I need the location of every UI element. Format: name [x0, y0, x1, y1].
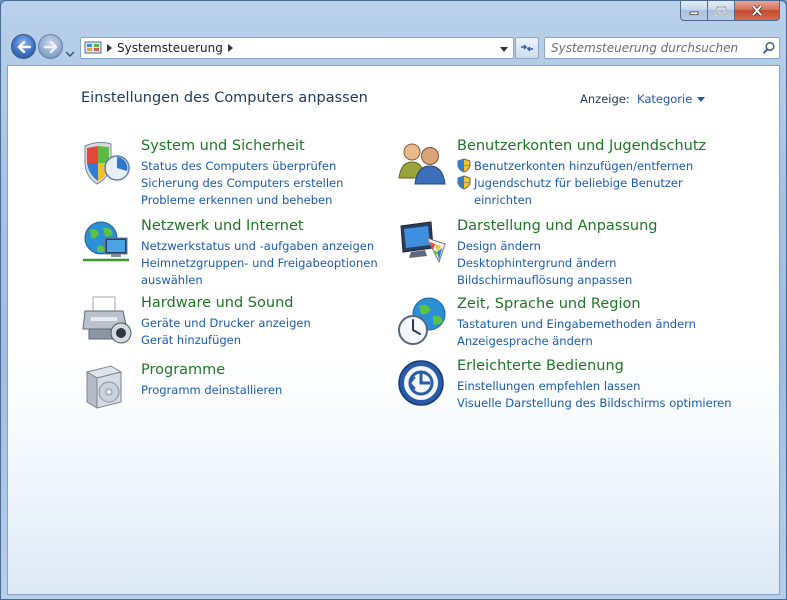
view-by-value: Kategorie: [637, 92, 693, 106]
programs-box-icon: [85, 365, 123, 409]
category-title[interactable]: Benutzerkonten und Jugendschutz: [457, 138, 706, 154]
clock-globe-icon: [398, 297, 446, 345]
chevron-down-icon: [65, 51, 75, 57]
link-benutzerkonten[interactable]: Benutzerkonten hinzufügen/entfernen: [457, 158, 693, 175]
dropdown-arrow-icon: [697, 96, 706, 102]
search-icon[interactable]: [762, 41, 776, 55]
category-title[interactable]: Darstellung und Anpassung: [457, 218, 658, 234]
control-panel-icon: [84, 41, 102, 54]
breadcrumb-systemsteuerung[interactable]: Systemsteuerung: [117, 41, 223, 55]
link-heimnetzgruppen[interactable]: Heimnetzgruppen- und Freigabeoptionen au…: [141, 255, 378, 289]
link-bildschirmaufloesung[interactable]: Bildschirmauflösung anpassen: [457, 272, 632, 289]
link-sicherung-erstellen[interactable]: Sicherung des Computers erstellen: [141, 175, 343, 192]
refresh-icon: [521, 44, 533, 52]
category-title[interactable]: System und Sicherheit: [141, 138, 305, 154]
back-arrow-icon: [16, 40, 31, 53]
category-title[interactable]: Zeit, Sprache und Region: [457, 296, 641, 312]
link-programm-deinstallieren[interactable]: Programm deinstallieren: [141, 382, 282, 399]
link-probleme-beheben[interactable]: Probleme erkennen und beheben: [141, 192, 343, 209]
view-by-label: Anzeige:: [580, 92, 630, 106]
category-links: Status des Computers überprüfen Sicherun…: [141, 158, 343, 208]
link-geraete-drucker[interactable]: Geräte und Drucker anzeigen: [141, 315, 311, 332]
category-links: Design ändern Desktophintergrund ändern …: [457, 238, 632, 288]
category-title[interactable]: Erleichterte Bedienung: [457, 358, 624, 374]
category-title[interactable]: Programme: [141, 362, 225, 378]
search-placeholder: Systemsteuerung durchsuchen: [551, 41, 739, 55]
view-by-dropdown[interactable]: Kategorie: [637, 92, 706, 106]
network-globe-icon: [83, 221, 129, 262]
caption-buttons: [680, 1, 780, 21]
close-icon: [751, 5, 763, 16]
printer-hardware-icon: [82, 296, 132, 344]
page-title: Einstellungen des Computers anpassen: [81, 90, 368, 106]
shield-security-icon: [84, 141, 130, 185]
link-design-aendern[interactable]: Design ändern: [457, 238, 632, 255]
link-jugendschutz[interactable]: Jugendschutz für beliebige Benutzer: [457, 175, 693, 192]
link-line: Heimnetzgruppen- und Freigabeoptionen: [141, 255, 378, 270]
forward-button[interactable]: [38, 34, 63, 59]
maximize-icon: [715, 5, 727, 16]
link-netzwerkstatus[interactable]: Netzwerkstatus und -aufgaben anzeigen: [141, 238, 378, 255]
minimize-button[interactable]: [680, 1, 708, 21]
accessibility-icon: [398, 360, 444, 406]
link-jugendschutz-continued[interactable]: einrichten: [457, 192, 693, 209]
breadcrumb-separator-icon[interactable]: [107, 44, 112, 52]
dropdown-arrow-icon: [500, 46, 508, 52]
link-line: Jugendschutz für beliebige Benutzer: [474, 175, 683, 190]
link-tastaturen[interactable]: Tastaturen und Eingabemethoden ändern: [457, 316, 696, 333]
link-text-block: Jugendschutz für beliebige Benutzer: [474, 175, 683, 192]
close-button[interactable]: [735, 1, 780, 21]
category-links: Benutzerkonten hinzufügen/entfernen Juge…: [457, 158, 693, 208]
link-text: Benutzerkonten hinzufügen/entfernen: [474, 159, 694, 173]
monitor-palette-icon: [400, 221, 446, 264]
category-links: Geräte und Drucker anzeigen Gerät hinzuf…: [141, 315, 311, 349]
address-bar[interactable]: Systemsteuerung: [80, 37, 514, 59]
link-desktophintergrund[interactable]: Desktophintergrund ändern: [457, 255, 632, 272]
link-geraet-hinzufuegen[interactable]: Gerät hinzufügen: [141, 332, 311, 349]
control-panel-window: Systemsteuerung Systemsteuerung durchsuc…: [0, 0, 787, 600]
link-status-ueberpruefen[interactable]: Status des Computers überprüfen: [141, 158, 343, 175]
category-links: Netzwerkstatus und -aufgaben anzeigen He…: [141, 238, 378, 288]
maximize-button[interactable]: [708, 1, 735, 21]
forward-arrow-icon: [43, 40, 58, 53]
search-input[interactable]: Systemsteuerung durchsuchen: [544, 37, 780, 59]
breadcrumb-separator-icon[interactable]: [227, 44, 233, 52]
minimize-icon: [689, 11, 699, 15]
uac-shield-icon: [457, 158, 471, 173]
link-visuelle-darstellung[interactable]: Visuelle Darstellung des Bildschirms opt…: [457, 395, 732, 412]
navigation-bar: Systemsteuerung Systemsteuerung durchsuc…: [7, 31, 780, 63]
uac-shield-icon: [457, 175, 471, 190]
category-links: Programm deinstallieren: [141, 382, 282, 399]
content-pane: Einstellungen des Computers anpassen Anz…: [7, 65, 780, 595]
link-anzeigesprache[interactable]: Anzeigesprache ändern: [457, 333, 696, 350]
category-title[interactable]: Hardware und Sound: [141, 295, 293, 311]
link-einstellungen-empfehlen[interactable]: Einstellungen empfehlen lassen: [457, 378, 732, 395]
category-links: Einstellungen empfehlen lassen Visuelle …: [457, 378, 732, 412]
category-title[interactable]: Netzwerk und Internet: [141, 218, 304, 234]
category-links: Tastaturen und Eingabemethoden ändern An…: [457, 316, 696, 350]
address-history-dropdown[interactable]: [498, 43, 510, 55]
recent-pages-dropdown[interactable]: [65, 43, 75, 57]
refresh-button[interactable]: [515, 37, 539, 59]
back-button[interactable]: [11, 34, 36, 59]
link-line: auswählen: [141, 272, 203, 287]
users-icon: [398, 143, 446, 185]
